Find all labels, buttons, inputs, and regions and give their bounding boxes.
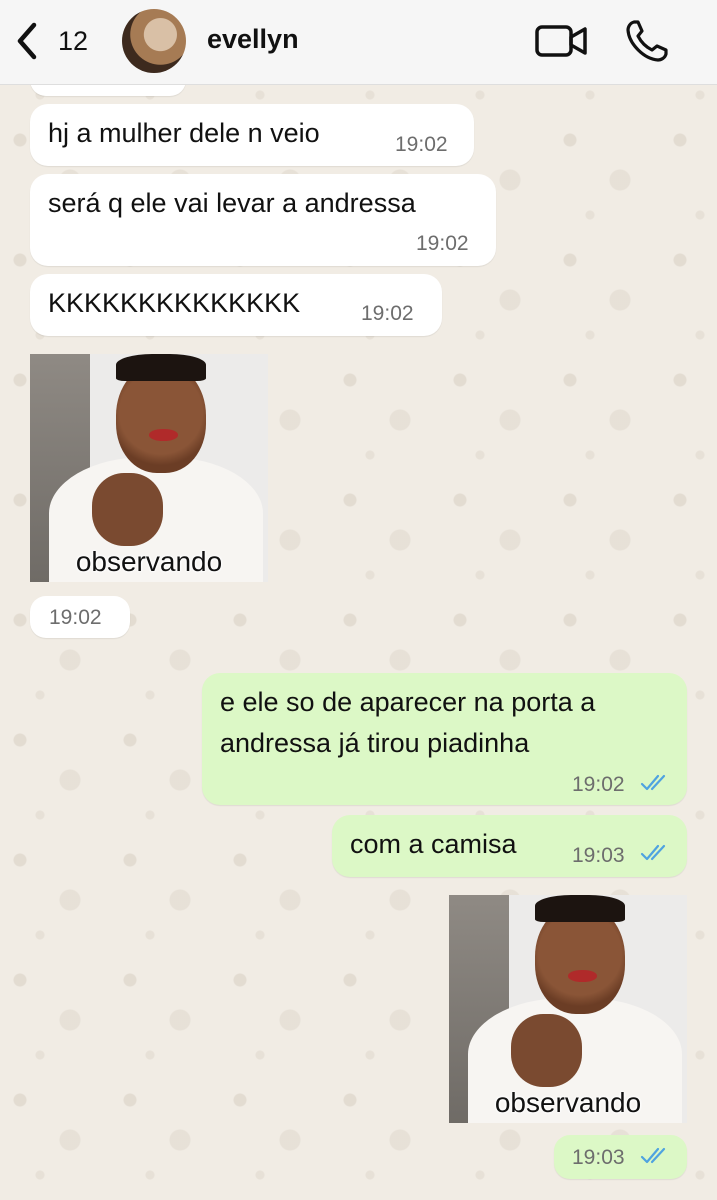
avatar[interactable]: [122, 9, 186, 73]
sticker-figure-hair: [534, 895, 626, 923]
phone-icon: [624, 20, 670, 68]
message-bubble-incoming[interactable]: será q ele vai levar a andressa 19:02: [30, 174, 496, 266]
message-text-line-2: andressa já tirou piadinha: [220, 728, 530, 758]
sticker-figure-lips: [568, 970, 597, 982]
video-camera-icon: [534, 25, 590, 64]
sticker-caption: observando: [75, 546, 223, 577]
message-time: 19:02: [416, 232, 469, 255]
message-text: será q ele vai levar a andressa: [48, 188, 416, 218]
message-time: 19:03: [572, 1146, 625, 1169]
message-time: 19:02: [395, 133, 448, 156]
back-button[interactable]: 12: [14, 20, 88, 62]
message-bubble-outgoing[interactable]: com a camisa 19:03: [332, 815, 687, 877]
message-time: 19:02: [49, 606, 102, 629]
sticker-time-chip: 19:02: [30, 596, 130, 638]
video-call-button[interactable]: [534, 22, 590, 60]
message-text-line-1: e ele so de aparecer na porta a: [220, 687, 596, 717]
sticker-figure-hand: [91, 472, 164, 546]
sticker-figure-lips: [149, 429, 178, 441]
chat-header: 12 evellyn: [0, 0, 717, 85]
double-check-icon: [640, 1146, 670, 1171]
double-check-icon: [640, 773, 670, 798]
message-text: hj a mulher dele n veio: [48, 118, 320, 148]
message-bubble-outgoing[interactable]: e ele so de aparecer na porta a andressa…: [202, 673, 687, 805]
unread-count: 12: [58, 25, 89, 56]
message-bubble-incoming[interactable]: KKKKKKKKKKKKKK 19:02: [30, 274, 442, 336]
sticker-caption: observando: [494, 1087, 642, 1118]
double-check-icon: [640, 843, 670, 868]
message-bubble-incoming[interactable]: hj a mulher dele n veio 19:02: [30, 104, 474, 166]
message-text: com a camisa: [350, 829, 517, 859]
message-text: KKKKKKKKKKKKKK: [48, 288, 301, 318]
sticker-figure-hand: [510, 1013, 583, 1087]
message-time: 19:02: [361, 302, 414, 325]
sticker-image[interactable]: observando: [30, 354, 268, 582]
message-time: 19:02: [572, 773, 625, 796]
sticker-time-chip: 19:03: [554, 1135, 687, 1179]
chevron-left-icon: [14, 21, 40, 61]
sticker-image[interactable]: observando: [449, 895, 687, 1123]
message-time: 19:03: [572, 844, 625, 867]
contact-name[interactable]: evellyn: [207, 24, 299, 55]
voice-call-button[interactable]: [624, 18, 670, 64]
sticker-figure-hair: [115, 354, 207, 382]
